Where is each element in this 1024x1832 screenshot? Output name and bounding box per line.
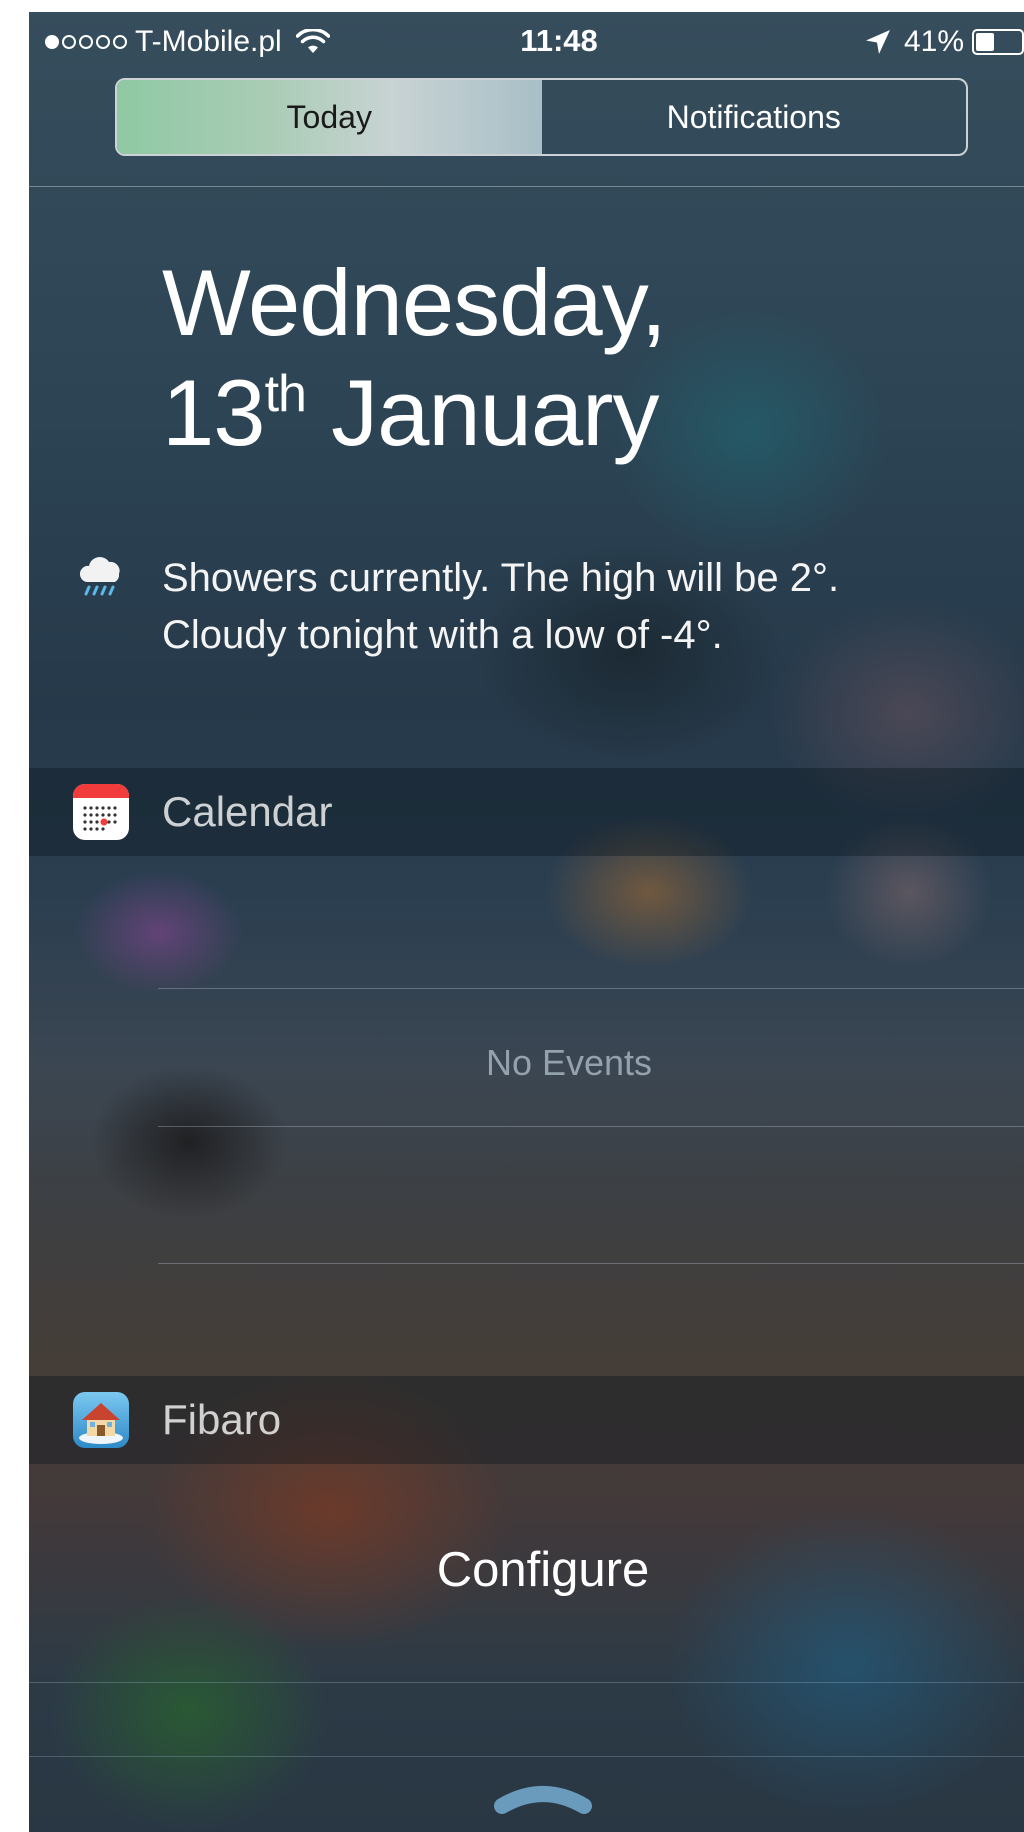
cloud-rain-icon bbox=[79, 557, 120, 596]
weather-line-1: Showers currently. The high will be 2°. bbox=[162, 556, 840, 600]
status-bar: T-Mobile.pl 11:48 41% bbox=[29, 12, 1024, 72]
calendar-separator bbox=[158, 1126, 1024, 1127]
calendar-app-icon bbox=[73, 784, 129, 840]
widget-divider bbox=[29, 1682, 1024, 1683]
ordinal-suffix: th bbox=[264, 365, 307, 423]
tab-today[interactable]: Today bbox=[117, 80, 542, 154]
weekday-label: Wednesday, bbox=[162, 250, 667, 355]
day-month-label: 13th January bbox=[162, 358, 666, 468]
month-label: January bbox=[331, 360, 659, 465]
fibaro-widget-header[interactable]: Fibaro bbox=[29, 1376, 1024, 1464]
day-number: 13 bbox=[162, 360, 266, 465]
configure-button[interactable]: Configure bbox=[29, 1542, 1024, 1598]
battery-percentage: 41% bbox=[903, 25, 964, 58]
weather-summary: Showers currently. The high will be 2°. … bbox=[162, 550, 839, 664]
date-summary: Wednesday, 13th January bbox=[162, 248, 667, 468]
battery-level-fill bbox=[976, 33, 995, 51]
location-arrow-icon bbox=[865, 30, 890, 54]
calendar-separator bbox=[158, 988, 1024, 989]
battery-icon bbox=[972, 29, 1024, 55]
segmented-control: Today Notifications bbox=[115, 78, 968, 156]
widget-divider bbox=[29, 1756, 1024, 1757]
calendar-widget-header[interactable]: Calendar bbox=[29, 768, 1024, 856]
grabber-handle[interactable] bbox=[492, 1780, 594, 1816]
tab-notifications[interactable]: Notifications bbox=[542, 80, 967, 154]
fibaro-app-icon bbox=[73, 1392, 129, 1448]
fibaro-widget-title: Fibaro bbox=[162, 1396, 282, 1443]
no-events-label: No Events bbox=[485, 1042, 653, 1083]
calendar-separator bbox=[158, 1263, 1024, 1264]
notification-center: T-Mobile.pl 11:48 41% Today Notification… bbox=[29, 12, 1024, 1832]
header-divider bbox=[29, 186, 1024, 187]
status-right: 41% bbox=[864, 25, 1024, 59]
calendar-widget-title: Calendar bbox=[162, 788, 333, 835]
weather-line-2: Cloudy tonight with a low of -4°. bbox=[162, 613, 723, 657]
